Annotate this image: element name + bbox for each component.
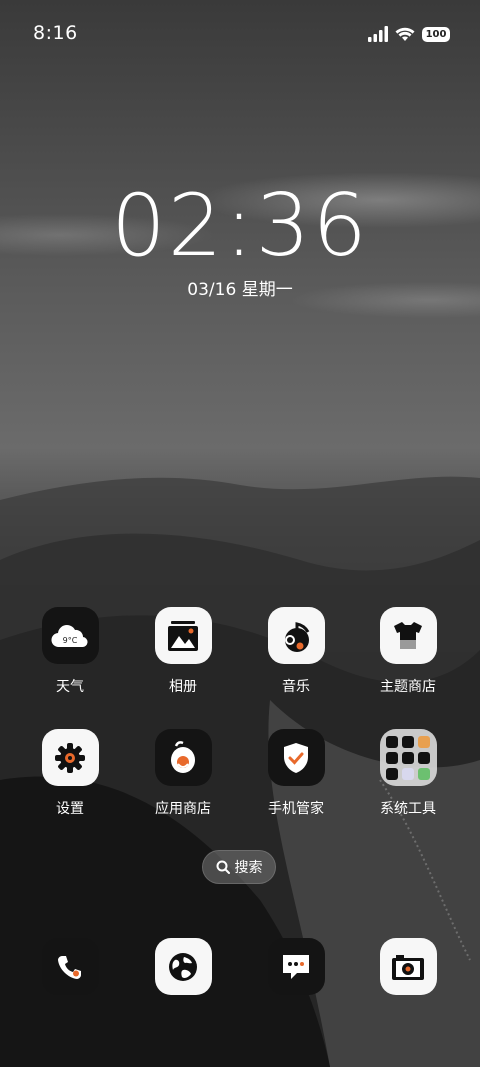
folder-mini-icon [402,735,414,748]
app-label: 手机管家 [268,801,324,817]
clock-time[interactable]: 02:36 [0,176,480,276]
app-label: 音乐 [282,679,310,695]
app-system-tools-folder[interactable]: 系统工具 [353,729,463,818]
app-theme-store[interactable]: 主题商店 [353,607,463,696]
browser-icon [154,938,212,995]
status-time: 8:16 [33,22,78,44]
app-weather[interactable]: 9°C 天气 [15,607,125,696]
dock-camera[interactable] [353,938,463,995]
dock-phone[interactable] [15,938,125,995]
app-label: 设置 [56,801,84,817]
messages-icon [267,938,325,995]
battery-icon: 100 [422,26,450,42]
app-label: 应用商店 [155,801,211,817]
signal-icon [368,26,388,42]
status-bar: 8:16 100 [0,0,480,66]
app-label: 天气 [56,679,84,695]
app-settings[interactable]: 设置 [15,729,125,818]
phone-manager-icon [267,729,325,786]
camera-icon [379,938,437,995]
folder-mini-icon [402,751,414,764]
gallery-icon [154,607,212,664]
app-label: 系统工具 [380,801,436,817]
app-music[interactable]: 音乐 [241,607,351,696]
search-label: 搜索 [234,860,263,876]
folder-mini-icon [386,735,398,748]
app-phone-manager[interactable]: 手机管家 [241,729,351,818]
search-icon [216,860,230,874]
folder-mini-icon [418,767,430,780]
weather-temp: 9°C [63,636,78,645]
app-label: 相册 [169,679,197,695]
app-gallery[interactable]: 相册 [128,607,238,696]
folder-mini-icon [386,751,398,764]
music-icon [267,607,325,664]
folder-mini-icon [386,767,398,780]
wallpaper [0,476,480,1067]
folder-mini-icon [418,735,430,748]
app-label: 主题商店 [380,679,436,695]
status-icons: 100 [368,24,450,44]
clock-date[interactable]: 03/16 星期一 [0,275,480,300]
app-app-store[interactable]: 应用商店 [128,729,238,818]
dock-messages[interactable] [241,938,351,995]
phone-icon [41,938,99,995]
search-button[interactable]: 搜索 [202,850,276,884]
app-store-icon [154,729,212,786]
weather-icon: 9°C [41,607,99,664]
home-screen: 8:16 100 02:36 03/16 星期一 9°C 天气 相册 音乐 主题… [0,0,480,1067]
folder-mini-icon [418,751,430,764]
folder-mini-icon [402,767,414,780]
wifi-icon [395,27,415,41]
dock-browser[interactable] [128,938,238,995]
theme-store-icon [379,607,437,664]
settings-icon [41,729,99,786]
system-tools-folder-icon [379,729,437,786]
